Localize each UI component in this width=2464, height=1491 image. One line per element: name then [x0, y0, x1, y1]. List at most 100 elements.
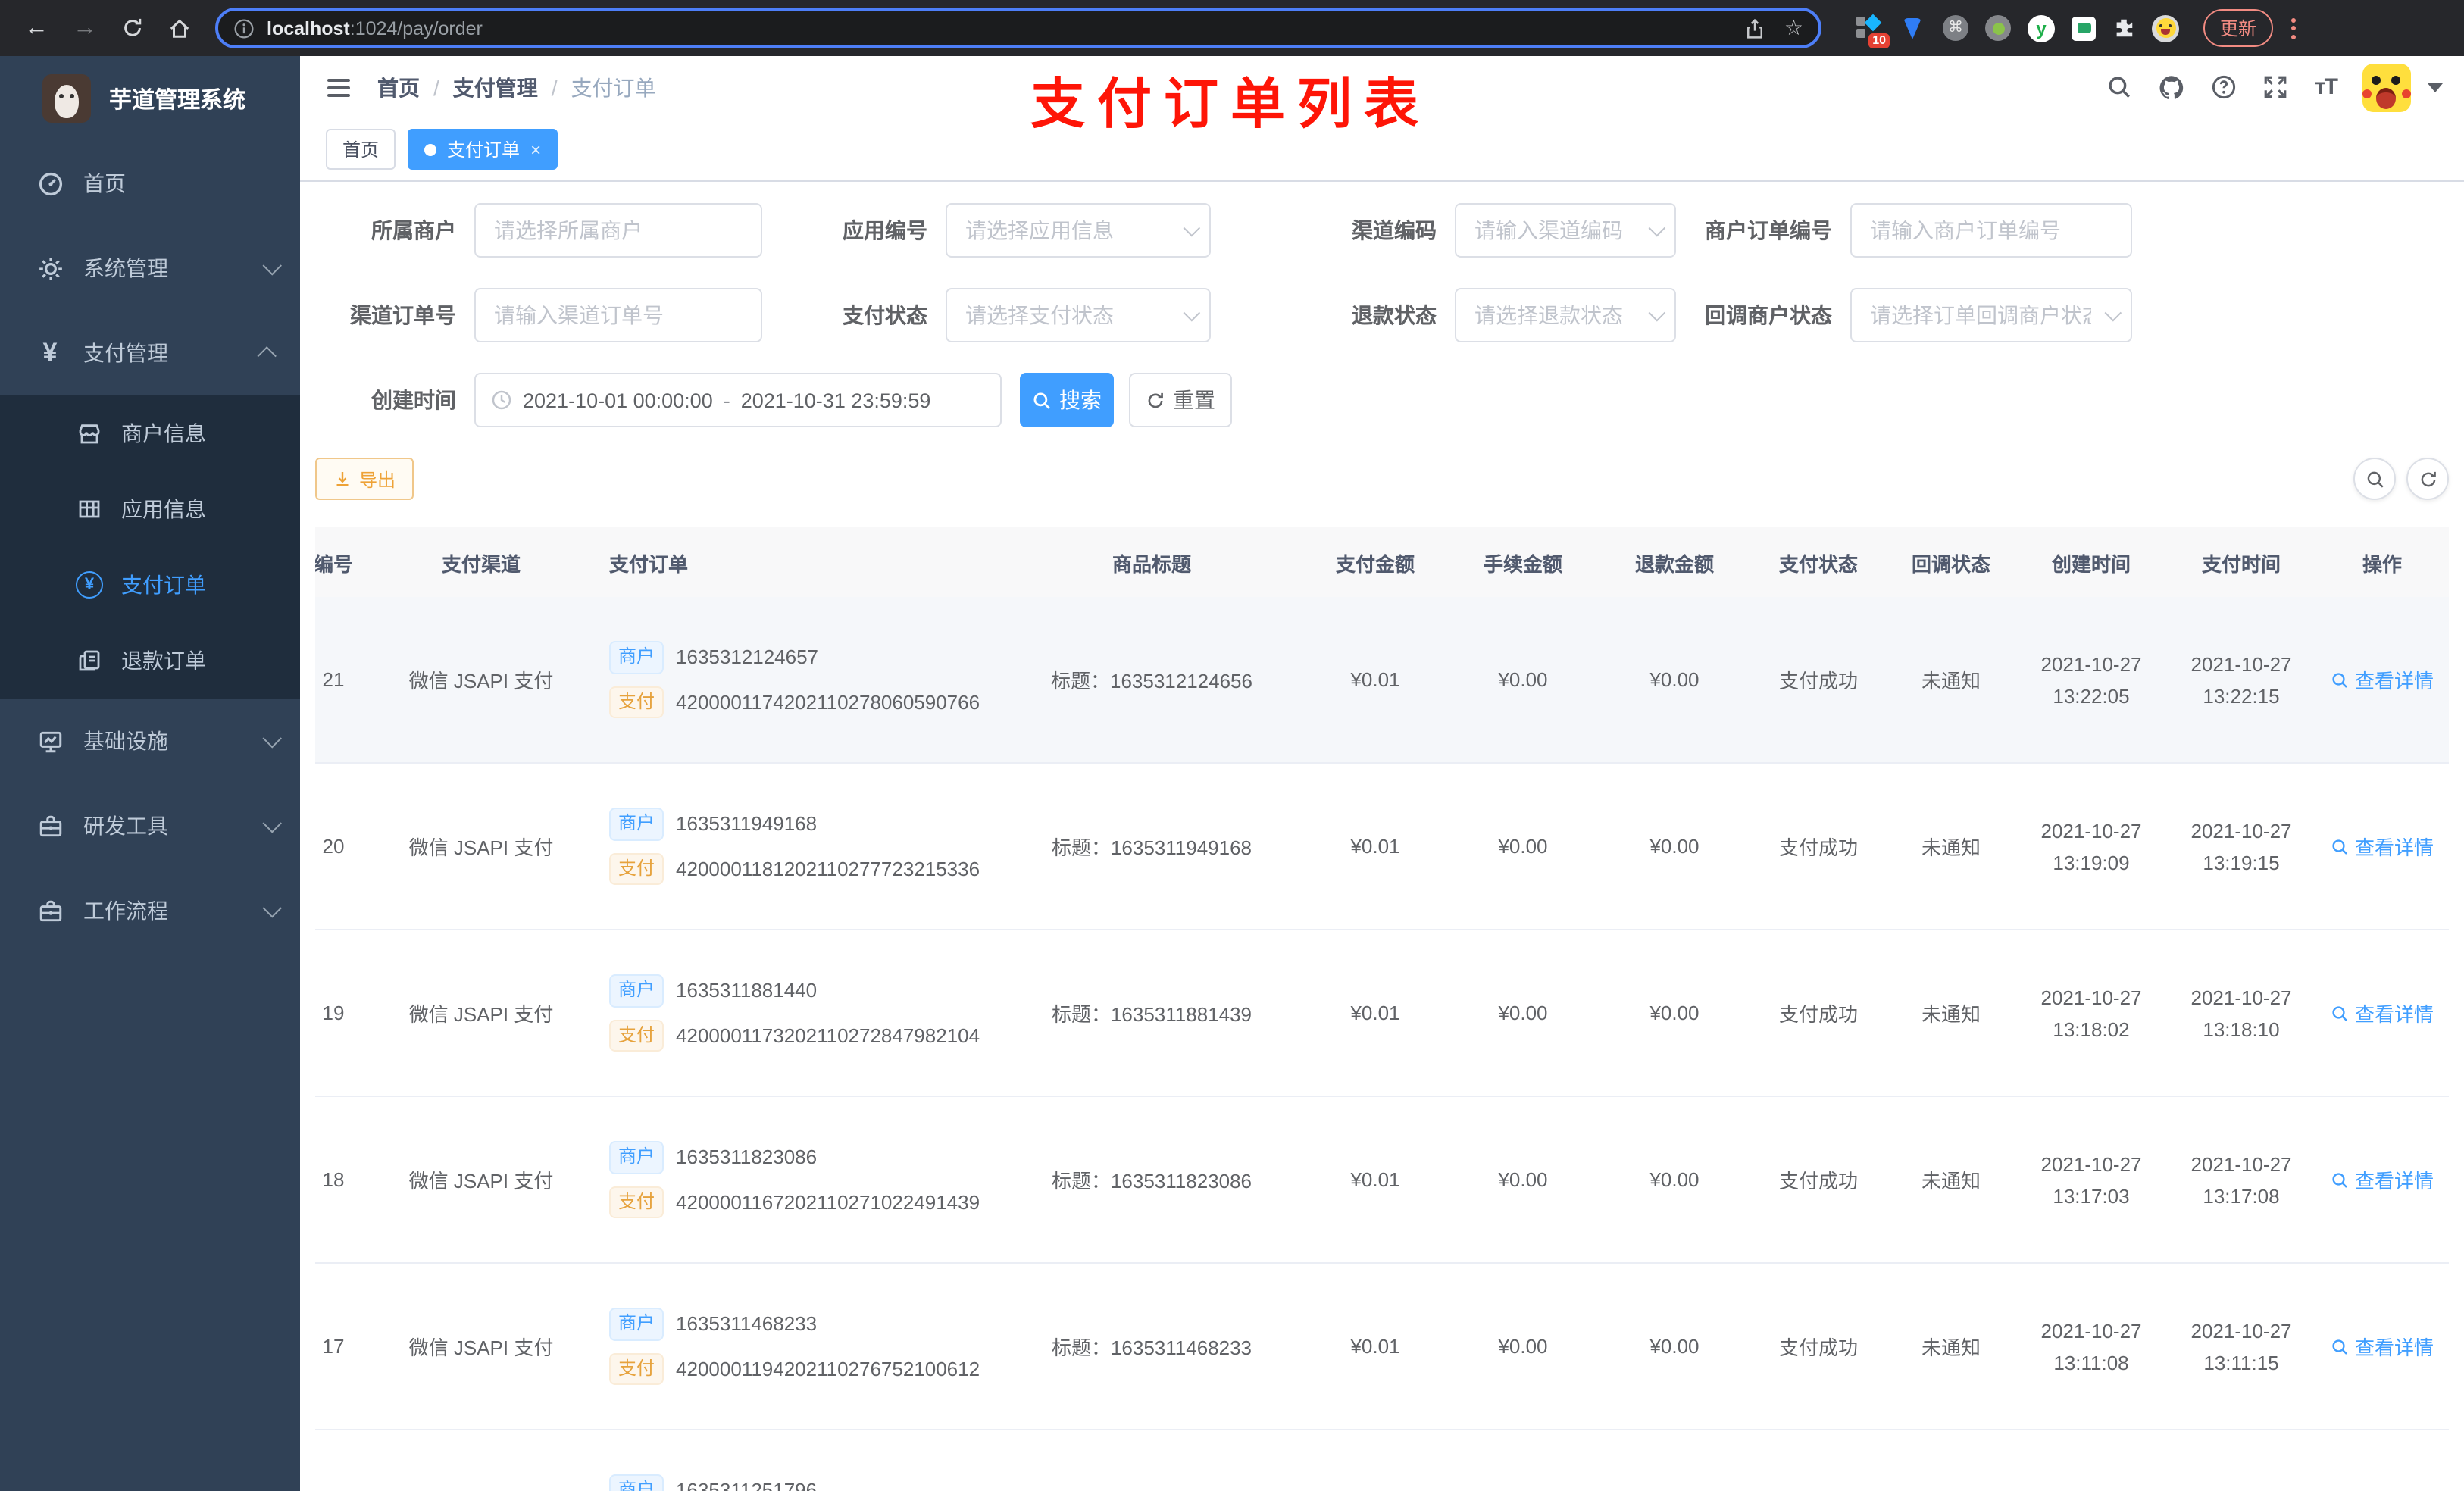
extensions-puzzle-icon[interactable]	[2112, 17, 2135, 39]
refresh-table-button[interactable]	[2406, 458, 2449, 500]
channel-order-input[interactable]	[474, 288, 762, 342]
search-icon	[2332, 672, 2347, 687]
pay-amount: ¥0.01	[1350, 1002, 1400, 1024]
date-separator: -	[723, 389, 730, 411]
bookmark-star-icon[interactable]: ☆	[1784, 15, 1803, 41]
sidebar-item-merchant-info[interactable]: 商户信息	[0, 395, 300, 471]
tab-home[interactable]: 首页	[326, 129, 396, 170]
share-icon[interactable]	[1745, 17, 1766, 39]
view-detail-link[interactable]: 查看详情	[2331, 665, 2434, 694]
app-select[interactable]	[946, 203, 1211, 258]
chat-extension-icon[interactable]	[2072, 16, 2096, 40]
emoji-profile-icon[interactable]	[2152, 14, 2179, 42]
sidebar-item-pay[interactable]: ¥ 支付管理	[0, 311, 300, 395]
monitor-icon	[32, 728, 68, 754]
help-icon[interactable]	[2212, 74, 2237, 100]
browser-menu-icon[interactable]	[2282, 17, 2305, 39]
breadcrumb-home[interactable]: 首页	[377, 72, 420, 102]
browser-reload-icon[interactable]	[121, 17, 144, 39]
pay-order-cell: 商户 1635311251796 支付	[591, 1474, 1000, 1491]
create-time: 2021-10-27 13:18:02	[2040, 986, 2142, 1040]
sidebar-item-pay-order[interactable]: ¥ 支付订单	[0, 547, 300, 623]
search-icon[interactable]	[2107, 74, 2133, 100]
export-button[interactable]: 导出	[315, 458, 414, 500]
pay-tag: 支付	[609, 686, 664, 719]
action-cell: 查看详情	[2315, 1165, 2449, 1194]
kite-extension-icon[interactable]	[1899, 14, 1926, 42]
reset-button[interactable]: 重置	[1129, 373, 1232, 427]
refund-status-select[interactable]	[1455, 288, 1676, 342]
date-end: 2021-10-31 23:59:59	[740, 389, 931, 411]
pay-tag: 支付	[609, 1352, 664, 1386]
view-detail-link[interactable]: 查看详情	[2331, 999, 2434, 1027]
channel-code-select[interactable]	[1455, 203, 1676, 258]
browser-forward-icon[interactable]: →	[73, 15, 97, 40]
pay-time: 2021-10-27 13:19:15	[2190, 819, 2292, 874]
tab-close-icon[interactable]: ×	[530, 139, 541, 160]
date-range-picker[interactable]: 2021-10-01 00:00:00 - 2021-10-31 23:59:5…	[474, 373, 1002, 427]
merchant-order-no: 1635312124657	[676, 645, 819, 669]
font-size-icon[interactable]: тT	[2315, 74, 2338, 100]
pay-status-select[interactable]	[946, 288, 1211, 342]
merchant-order-input[interactable]	[1850, 203, 2132, 258]
avatar-caret-icon[interactable]	[2428, 83, 2443, 92]
chevron-down-icon	[262, 728, 282, 748]
sidebar-item-workflow[interactable]: 工作流程	[0, 868, 300, 953]
sidebar-item-dev-tools[interactable]: 研发工具	[0, 783, 300, 868]
sidebar: 芋道管理系统 首页 系统管理 ¥ 支付管理 商户信息 应用信息 ¥ 支付订单 退…	[0, 56, 300, 1491]
fullscreen-icon[interactable]	[2263, 74, 2289, 100]
merchant-input[interactable]	[474, 203, 762, 258]
pay-amount: ¥0.01	[1350, 668, 1400, 691]
chrome-update-button[interactable]: 更新	[2203, 9, 2274, 47]
channel-code-label: 渠道编码	[1352, 218, 1437, 242]
browser-home-icon[interactable]	[168, 17, 191, 39]
pay-order-cell: 商户 1635312124657 支付 42000011742021102780…	[591, 640, 1000, 719]
merchant-tag: 商户	[609, 1140, 664, 1174]
tab-pay-order[interactable]: 支付订单 ×	[408, 129, 558, 170]
pay-channel: 微信 JSAPI 支付	[408, 1170, 554, 1192]
view-detail-link[interactable]: 查看详情	[2331, 832, 2434, 861]
refund-amount: ¥0.00	[1649, 1002, 1699, 1024]
toggle-search-button[interactable]	[2353, 458, 2396, 500]
github-icon[interactable]	[2159, 73, 2186, 101]
pay-status: 支付成功	[1778, 1003, 1858, 1026]
sidebar-item-system[interactable]: 系统管理	[0, 226, 300, 311]
view-detail-link[interactable]: 查看详情	[2331, 1332, 2434, 1361]
sidebar-item-app-info[interactable]: 应用信息	[0, 471, 300, 547]
devtools-extension-icon[interactable]: 10	[1855, 13, 1890, 48]
notify-status-select[interactable]	[1850, 288, 2132, 342]
command-extension-icon[interactable]: ⌘	[1943, 15, 1968, 41]
avatar[interactable]	[2362, 63, 2411, 111]
browser-back-icon[interactable]: ←	[24, 15, 48, 40]
sidebar-item-refund-order[interactable]: 退款订单	[0, 623, 300, 699]
pay-channel: 微信 JSAPI 支付	[408, 836, 554, 859]
app-title: 芋道管理系统	[109, 87, 246, 113]
dashboard-icon	[32, 170, 68, 196]
refund-amount: ¥0.00	[1649, 1335, 1699, 1358]
breadcrumb-section[interactable]: 支付管理	[453, 72, 538, 102]
pay-amount: ¥0.01	[1350, 1168, 1400, 1191]
screen: ← → localhost:1024/pay/order ☆ 10 ⌘ y 更新…	[0, 0, 2464, 1491]
breadcrumb: 首页 / 支付管理 / 支付订单	[377, 72, 656, 102]
sidebar-collapse-icon[interactable]	[321, 72, 356, 102]
search-button[interactable]: 搜索	[1020, 373, 1114, 427]
table-body: 21 微信 JSAPI 支付 商户 1635312124657 支付 42000…	[315, 597, 2449, 1491]
product-title: 标题：1635312124656	[1051, 670, 1252, 692]
y-extension-icon[interactable]: y	[2028, 14, 2055, 42]
sidebar-item-infra[interactable]: 基础设施	[0, 699, 300, 783]
url-bar[interactable]: localhost:1024/pay/order ☆	[215, 8, 1821, 48]
fee-amount: ¥0.00	[1498, 1335, 1548, 1358]
order-id: 18	[322, 1168, 345, 1191]
extension-strip: 10 ⌘ y	[1855, 13, 2179, 48]
pay-status: 支付成功	[1778, 670, 1858, 692]
site-info-icon[interactable]	[233, 17, 255, 39]
gear-icon	[32, 255, 68, 281]
notify-status: 未通知	[1921, 1336, 1981, 1359]
view-detail-link[interactable]: 查看详情	[2331, 1165, 2434, 1194]
recorder-extension-icon[interactable]	[1985, 15, 2011, 41]
action-cell: 查看详情	[2315, 1332, 2449, 1361]
sidebar-item-home[interactable]: 首页	[0, 141, 300, 226]
annotation-title: 支付订单列表	[1030, 73, 1431, 135]
pay-tag: 支付	[609, 852, 664, 886]
order-id: 17	[322, 1335, 345, 1358]
